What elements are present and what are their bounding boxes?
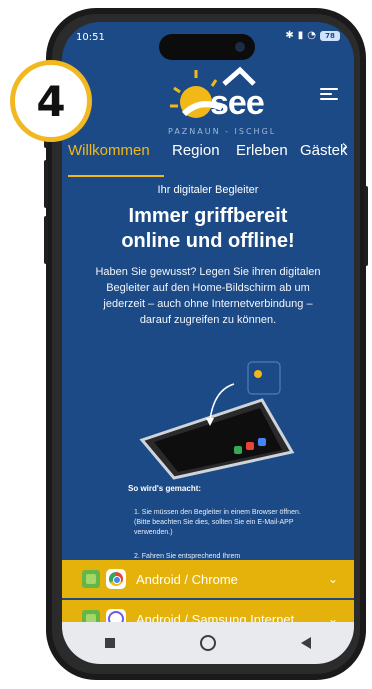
instruction-step-1: 1. Sie müssen den Begleiter in einem Bro… [134, 509, 301, 536]
intro-paragraph: Haben Sie gewusst? Legen Sie ihren digit… [95, 266, 321, 326]
system-nav-bar [62, 622, 354, 664]
status-time: 10:51 [76, 32, 105, 43]
main-content: Ihr digitaler Begleiter Immer griffberei… [62, 182, 354, 570]
recent-apps-icon[interactable] [104, 638, 115, 648]
tab-willkommen[interactable]: Willkommen [68, 142, 150, 159]
app-screen: 10:51 ✱ ▮ ◔ 78 see PAZNAUN - ISCHGL Will… [62, 22, 354, 664]
instructions-title: So wird's gemacht: [128, 484, 202, 493]
logo-text: see [210, 84, 265, 122]
camera-notch [159, 34, 255, 60]
step-number: 4 [36, 76, 66, 126]
accordion-label: Android / Chrome [136, 571, 238, 587]
chevron-right-icon[interactable]: › [342, 136, 348, 155]
home-icon[interactable] [199, 635, 216, 651]
chevron-down-icon[interactable]: ⌄ [328, 572, 338, 586]
headline: Immer griffbereit online und offline! [62, 204, 354, 254]
bluetooth-icon: ✱ [285, 30, 294, 41]
camera-lens [235, 42, 245, 52]
phone-illustration-icon [139, 361, 295, 480]
tab-gaeste[interactable]: Gästek [300, 142, 348, 159]
android-icon [82, 570, 100, 588]
eyebrow-text: Ihr digitaler Begleiter [157, 184, 259, 196]
phone-side-button [44, 216, 48, 264]
headline-line-1: Immer griffbereit [128, 205, 288, 227]
tab-bar: Willkommen Region Erleben Gästek › [62, 134, 354, 184]
status-icons: ✱ ▮ ◔ 78 [285, 30, 340, 41]
accordion-android-chrome[interactable]: Android / Chrome ⌄ [62, 560, 354, 598]
headline-line-2: online und offline! [121, 230, 295, 252]
menu-icon[interactable] [320, 86, 338, 102]
active-tab-indicator [68, 175, 164, 177]
step-number-badge: 4 [10, 60, 92, 142]
battery-icon: 78 [320, 30, 340, 41]
tab-region[interactable]: Region [172, 142, 220, 159]
phone-side-button [44, 160, 48, 208]
tab-erleben[interactable]: Erleben [236, 142, 288, 159]
accordion-divider [62, 598, 354, 599]
phone-power-button [364, 186, 368, 266]
chrome-icon [106, 569, 126, 589]
signal-icon: ▮ [297, 30, 304, 41]
back-icon[interactable] [301, 637, 312, 649]
wifi-icon: ◔ [307, 30, 316, 41]
